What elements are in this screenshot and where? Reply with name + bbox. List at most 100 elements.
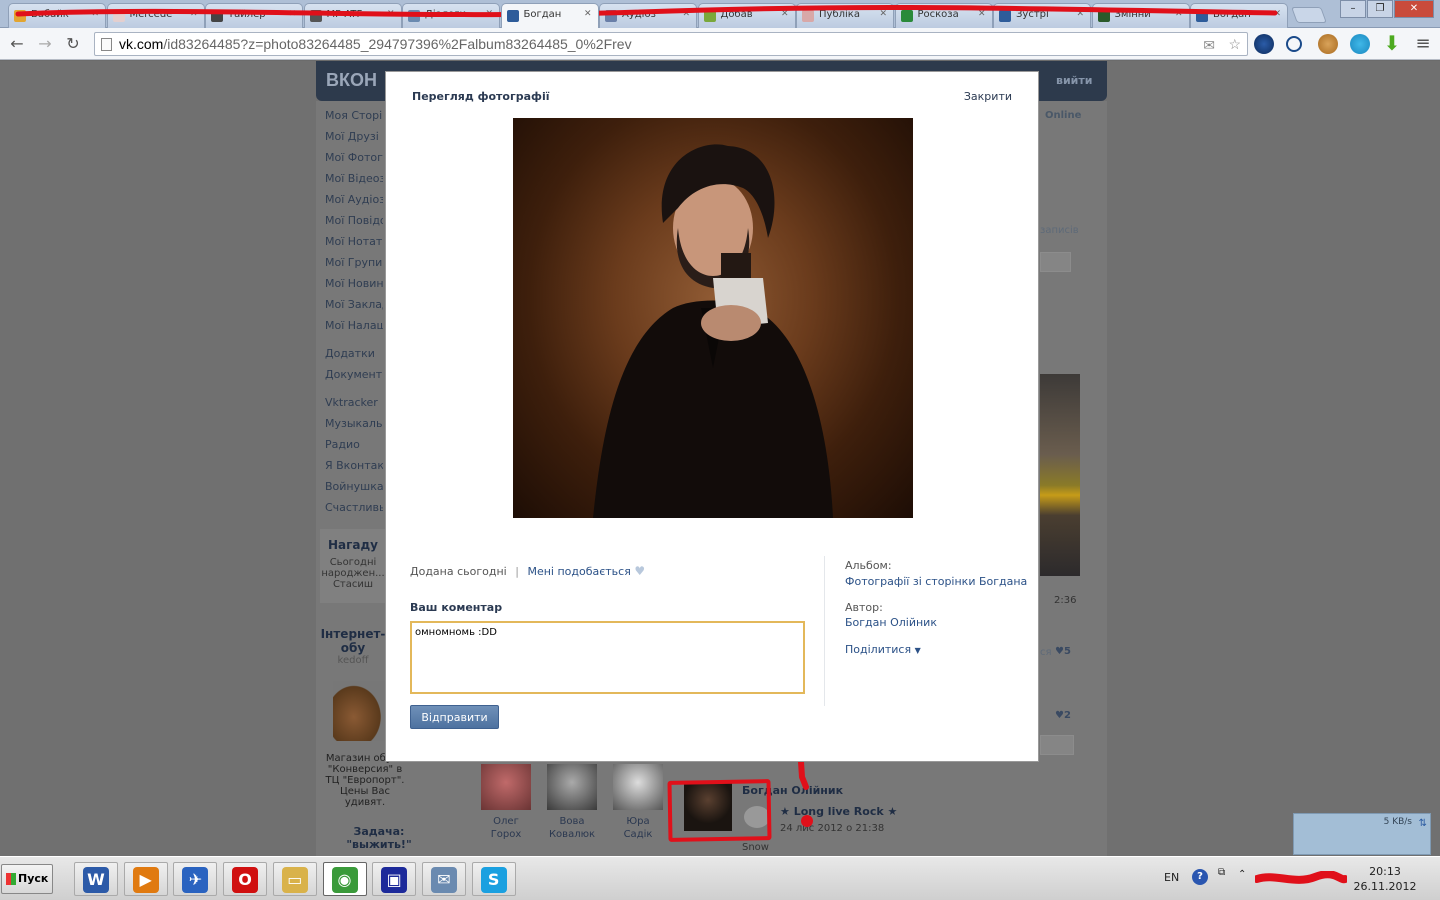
friend-item[interactable]: Олег Горох xyxy=(481,764,531,841)
modal-close-link[interactable]: Закрити xyxy=(964,90,1012,103)
skype-extension-icon[interactable] xyxy=(1350,34,1370,54)
menu-item[interactable]: Мої Відеозаписи xyxy=(325,172,383,193)
close-tab-icon[interactable]: ✕ xyxy=(1076,9,1084,19)
language-indicator[interactable]: EN xyxy=(1164,871,1179,884)
taskbar-floppy-button[interactable]: ▣ xyxy=(372,862,417,896)
menu-item[interactable]: Мої Нотатки xyxy=(325,235,383,256)
post-title[interactable]: ★ Long live Rock ★ xyxy=(780,805,897,818)
album-link[interactable]: Фотографії зі сторінки Богдана xyxy=(845,575,1027,588)
address-bar[interactable]: vk.com/id83264485?z=photo83264485_294797… xyxy=(94,32,1248,56)
tab-12[interactable]: Змінни ✕ xyxy=(1091,3,1190,28)
menu-icon[interactable]: ≡ xyxy=(1412,33,1434,55)
close-tab-icon[interactable]: ✕ xyxy=(190,9,198,19)
tab-5[interactable]: Діалоги ✕ xyxy=(402,3,500,28)
taskbar-chrome-button[interactable]: ◉ xyxy=(322,862,367,896)
friend-avatar[interactable] xyxy=(481,764,531,810)
cookie-extension-icon[interactable] xyxy=(1318,34,1338,54)
friend-first-name[interactable]: Юра xyxy=(613,815,663,828)
search-extension-icon[interactable] xyxy=(1286,36,1302,52)
taskbar-opera-button[interactable]: O xyxy=(223,862,268,896)
task-title[interactable]: Задача: "выжить!" xyxy=(320,825,438,851)
menu-item[interactable]: Музыкальный xyxy=(325,417,383,438)
menu-item[interactable]: Мої Закладки xyxy=(325,298,383,319)
friend-last-name[interactable]: Ковалюк xyxy=(547,828,597,841)
friend-first-name[interactable]: Олег xyxy=(481,815,531,828)
tab-2[interactable]: Mercede ✕ xyxy=(106,3,205,28)
new-tab-button[interactable] xyxy=(1291,7,1327,23)
close-tab-icon[interactable]: ✕ xyxy=(879,9,887,19)
close-tab-icon[interactable]: ✕ xyxy=(781,9,789,19)
like-count-2[interactable]: ♥2 xyxy=(1055,710,1071,721)
like-link[interactable]: Мені подобається xyxy=(527,565,630,578)
friend-avatar[interactable] xyxy=(613,764,663,810)
friend-avatar[interactable] xyxy=(547,764,597,810)
close-tab-icon[interactable]: ✕ xyxy=(682,9,690,19)
taskbar-word-button[interactable]: W xyxy=(74,862,118,896)
menu-item[interactable]: Счастливый xyxy=(325,501,383,522)
taskbar-thunderbird-button[interactable]: ✈ xyxy=(173,862,218,896)
photo-image[interactable] xyxy=(513,118,913,518)
mail-icon[interactable]: ✉ xyxy=(1203,34,1215,56)
bookmark-star-icon[interactable]: ☆ xyxy=(1228,33,1241,55)
menu-item[interactable]: Мої Повідомлення xyxy=(325,214,383,235)
taskbar-notes-button[interactable]: ✉ xyxy=(421,862,466,896)
post-date[interactable]: 24 лис 2012 о 21:38 xyxy=(780,823,884,834)
menu-item[interactable]: Мої Друзі xyxy=(325,130,383,151)
menu-item[interactable]: Мої Фотографії xyxy=(325,151,383,172)
ad-block[interactable]: Інтернет-обу kedoff xyxy=(320,627,386,666)
menu-item[interactable]: Мої Новини xyxy=(325,277,383,298)
menu-item[interactable]: Я Вконтакте xyxy=(325,459,383,480)
start-button[interactable]: Пуск xyxy=(1,864,53,894)
tab-13[interactable]: Богдан ✕ xyxy=(1190,3,1288,28)
ad-title[interactable]: Інтернет-обу xyxy=(320,627,386,655)
menu-item[interactable]: Vktracker xyxy=(325,396,383,417)
menu-item[interactable]: Радио xyxy=(325,438,383,459)
tab-11[interactable]: Зустрі ✕ xyxy=(993,3,1091,28)
comment-textarea[interactable]: омномномь :DD xyxy=(410,621,805,694)
globe-extension-icon[interactable] xyxy=(1254,34,1274,54)
friend-first-name[interactable]: Вова xyxy=(547,815,597,828)
close-tab-icon[interactable]: ✕ xyxy=(978,9,986,19)
taskbar-skype-button[interactable]: S xyxy=(471,862,516,896)
tray-restore-icon[interactable]: ⧉ xyxy=(1218,867,1225,878)
close-tab-icon[interactable]: ✕ xyxy=(485,9,493,19)
right-input-1[interactable] xyxy=(1040,252,1071,272)
clock[interactable]: 20:13 26.11.2012 xyxy=(1350,864,1420,894)
help-icon[interactable]: ? xyxy=(1192,869,1208,885)
network-meter-widget[interactable]: 5 KB/s ⇅ xyxy=(1293,813,1431,855)
ad-boots-image[interactable] xyxy=(333,681,385,741)
menu-item[interactable]: Моя Сторінка xyxy=(325,109,383,130)
friend-item[interactable]: Вова Ковалюк xyxy=(547,764,597,841)
send-button[interactable]: Відправити xyxy=(410,705,499,729)
taskbar-media-player-button[interactable]: ▶ xyxy=(123,862,168,896)
back-icon[interactable]: ← xyxy=(6,33,28,55)
heart-icon[interactable]: ♥ xyxy=(634,564,645,578)
tab-4[interactable]: MP-ATF ✕ xyxy=(303,3,402,28)
close-tab-icon[interactable]: ✕ xyxy=(1273,9,1281,19)
reload-icon[interactable]: ↻ xyxy=(62,33,84,55)
tab-10[interactable]: Роскоза ✕ xyxy=(894,3,993,28)
menu-item[interactable]: Войнушка xyxy=(325,480,383,501)
share-dropdown[interactable]: Поділитися ▼ xyxy=(845,643,921,656)
menu-item[interactable]: Мої Аудіозаписи xyxy=(325,193,383,214)
close-tab-icon[interactable]: ✕ xyxy=(288,9,296,19)
like-count-1[interactable]: ♥5 xyxy=(1055,646,1071,657)
vk-exit-link[interactable]: вийти xyxy=(1056,74,1092,87)
forward-icon[interactable]: → xyxy=(34,33,56,55)
tab-6[interactable]: Богдан ✕ xyxy=(500,3,599,28)
author-link[interactable]: Богдан Олійник xyxy=(845,616,937,629)
tab-7[interactable]: Аудіоз ✕ xyxy=(599,3,697,28)
right-input-2[interactable] xyxy=(1040,735,1074,755)
close-tab-icon[interactable]: ✕ xyxy=(1175,9,1183,19)
restore-button[interactable]: ❐ xyxy=(1367,0,1393,18)
friend-last-name[interactable]: Садік xyxy=(613,828,663,841)
vk-logo[interactable]: ВКОН xyxy=(326,70,377,91)
menu-item[interactable]: Документи xyxy=(325,368,383,389)
close-tab-icon[interactable]: ✕ xyxy=(387,9,395,19)
download-extension-icon[interactable]: ⬇ xyxy=(1382,33,1402,54)
right-photo-thumbnail[interactable] xyxy=(1040,374,1080,576)
friend-last-name[interactable]: Горох xyxy=(481,828,531,841)
close-window-button[interactable]: ✕ xyxy=(1394,0,1434,18)
menu-item[interactable]: Мої Групи xyxy=(325,256,383,277)
posts-label[interactable]: записів xyxy=(1040,225,1079,236)
